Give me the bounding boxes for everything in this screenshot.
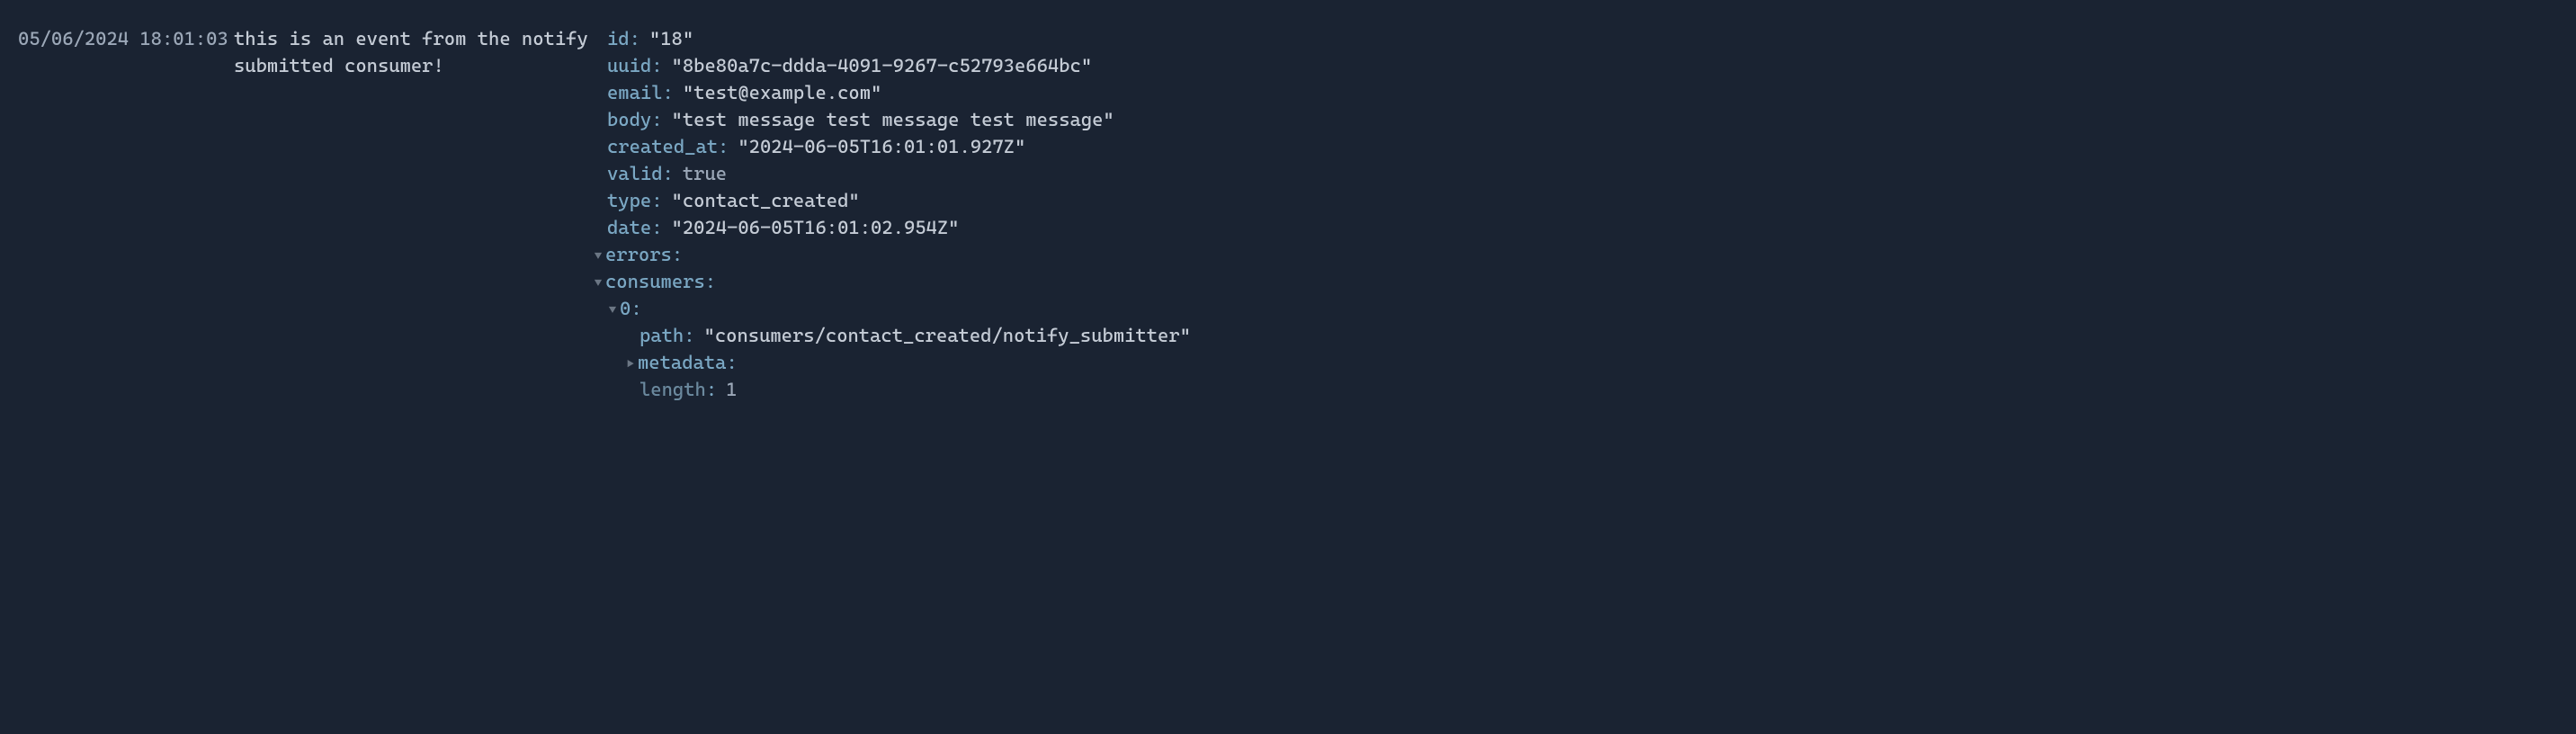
kv-row: date:"2024-06-05T16:01:02.954Z" — [589, 214, 2558, 241]
consumers-row[interactable]: ▼ consumers: — [589, 268, 2558, 295]
kv-key: body — [607, 106, 651, 133]
kv-value: test message test message test message — [683, 106, 1104, 133]
chevron-right-icon[interactable]: ▶ — [623, 355, 638, 373]
errors-row[interactable]: ▼ errors: — [589, 241, 2558, 268]
errors-key: errors — [605, 241, 672, 268]
consumer-path-row: path: "consumers/contact_created/notify_… — [589, 322, 2558, 349]
kv-row: valid:true — [589, 160, 2558, 187]
chevron-down-icon[interactable]: ▼ — [605, 301, 620, 319]
consumer-path-value: consumers/contact_created/notify_submitt… — [715, 322, 1180, 349]
event-data: id:"18"uuid:"8be80a7c-ddda-4091-9267-c52… — [589, 25, 2558, 403]
kv-row: id:"18" — [589, 25, 2558, 52]
chevron-down-icon[interactable]: ▼ — [591, 247, 605, 265]
length-value: 1 — [726, 376, 737, 403]
metadata-key: metadata — [638, 349, 726, 376]
consumers-key: consumers — [605, 268, 705, 295]
kv-key: uuid — [607, 52, 651, 79]
kv-row: type:"contact_created" — [589, 187, 2558, 214]
kv-key: created_at — [607, 133, 718, 160]
kv-row: created_at:"2024-06-05T16:01:01.927Z" — [589, 133, 2558, 160]
consumer-index-key: 0 — [620, 295, 631, 322]
kv-key: id — [607, 25, 630, 52]
chevron-down-icon[interactable]: ▼ — [591, 274, 605, 292]
consumer-path-key: path — [640, 322, 684, 349]
consumer-index-row[interactable]: ▼ 0: — [589, 295, 2558, 322]
kv-key: valid — [607, 160, 663, 187]
kv-value: 8be80a7c-ddda-4091-9267-c52793e664bc — [683, 52, 1081, 79]
kv-key: type — [607, 187, 651, 214]
log-timestamp: 05/06/2024 18:01:03 — [18, 25, 234, 403]
kv-value: 2024-06-05T16:01:02.954Z — [683, 214, 948, 241]
kv-value: true — [683, 160, 727, 187]
kv-value: test@example.com — [693, 79, 871, 106]
kv-row: uuid:"8be80a7c-ddda-4091-9267-c52793e664… — [589, 52, 2558, 79]
kv-value: contact_created — [683, 187, 849, 214]
kv-value: 18 — [660, 25, 683, 52]
kv-key: email — [607, 79, 663, 106]
length-row: length: 1 — [589, 376, 2558, 403]
length-key: length — [640, 376, 706, 403]
log-message: this is an event from the notify submitt… — [234, 25, 589, 403]
kv-key: date — [607, 214, 651, 241]
kv-row: body:"test message test message test mes… — [589, 106, 2558, 133]
metadata-row[interactable]: ▶ metadata: — [589, 349, 2558, 376]
kv-row: email:"test@example.com" — [589, 79, 2558, 106]
kv-value: 2024-06-05T16:01:01.927Z — [749, 133, 1015, 160]
log-entry: 05/06/2024 18:01:03 this is an event fro… — [18, 25, 2558, 403]
